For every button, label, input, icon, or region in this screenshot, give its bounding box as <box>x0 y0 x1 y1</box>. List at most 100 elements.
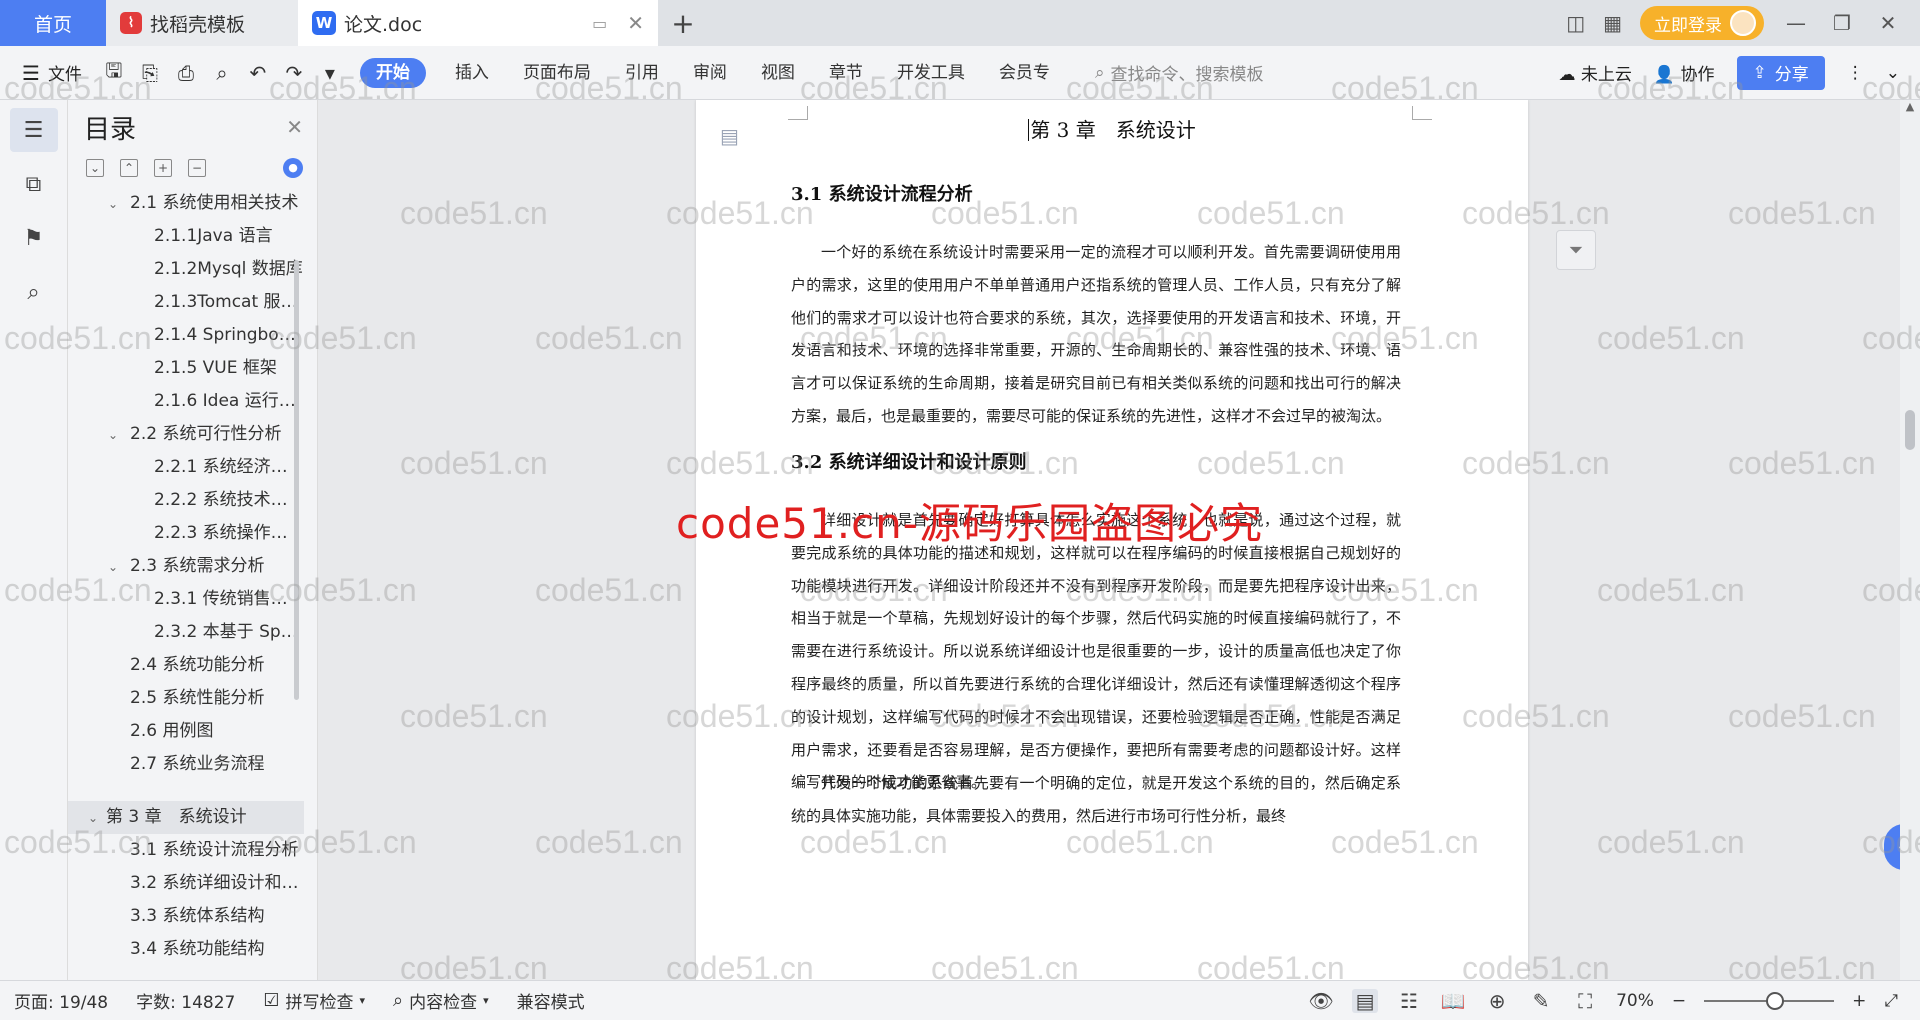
new-tab-button[interactable]: + <box>658 0 708 46</box>
collaborate-button[interactable]: 👤 协作 <box>1654 60 1715 85</box>
zoom-in-icon[interactable]: + <box>1852 991 1866 1011</box>
collapse-all-icon[interactable]: ⌃ <box>120 159 138 177</box>
collapse-ribbon-icon[interactable]: ⌄ <box>1886 63 1900 83</box>
login-button[interactable]: 立即登录 <box>1640 6 1764 40</box>
outline-item[interactable]: 2.7 系统业务流程 <box>68 748 304 781</box>
outline-item[interactable]: 3.4 系统功能结构 <box>68 933 304 966</box>
chapter-heading[interactable]: 第 3 章 系统设计 <box>696 114 1528 143</box>
outline-item[interactable]: 2.2.3 系统操作可行性 <box>68 517 304 550</box>
close-outline-icon[interactable]: ✕ <box>286 115 303 139</box>
scrollbar-thumb[interactable] <box>1905 410 1915 450</box>
fit-page-icon[interactable]: ⛶ <box>1572 989 1598 1013</box>
expand-caret-icon[interactable]: ⌄ <box>108 551 126 583</box>
outline-item[interactable]: 2.1.5 VUE 框架 <box>68 352 304 385</box>
filter-icon[interactable]: ⏷ <box>1556 230 1596 270</box>
tab-home[interactable]: 首页 <box>0 0 106 46</box>
outline-scrollbar[interactable] <box>294 260 299 700</box>
minimize-icon[interactable]: — <box>1782 11 1810 35</box>
zoom-slider-knob[interactable] <box>1766 991 1785 1010</box>
save-icon[interactable]: 🖫 <box>96 56 132 90</box>
outline-item[interactable]: 2.4 系统功能分析 <box>68 649 304 682</box>
content-check-button[interactable]: ⌕ 内容检查 ▾ <box>379 988 503 1013</box>
zoom-out-icon[interactable]: − <box>1672 991 1686 1011</box>
outline-item[interactable]: 2.1.2Mysql 数据库 <box>68 253 304 286</box>
section-heading-3-2[interactable]: 3.2 系统详细设计和设计原则 <box>791 448 1027 474</box>
outline-item[interactable]: 2.1.6 Idea 运行环境 <box>68 385 304 418</box>
more-icon[interactable]: ⋮ <box>1847 63 1864 83</box>
paragraph[interactable]: 开发一个成功的系统首先要有一个明确的定位，就是开发这个系统的目的，然后确定系统的… <box>791 767 1401 833</box>
tab-references[interactable]: 引用 <box>608 58 676 88</box>
outline-item[interactable]: 2.5 系统性能分析 <box>68 682 304 715</box>
section-heading-3-1[interactable]: 3.1 系统设计流程分析 <box>791 180 973 206</box>
outline-item[interactable]: ⌄ 2.3 系统需求分析 <box>68 550 304 583</box>
tab-page-layout[interactable]: 页面布局 <box>506 58 608 88</box>
outline-item-label: 2.2.1 系统经济可行性 <box>154 457 304 477</box>
screen-icon[interactable]: ▭ <box>592 14 607 33</box>
outline-item[interactable]: 2.2.2 系统技术可行性 <box>68 484 304 517</box>
expand-all-icon[interactable]: ⌄ <box>86 159 104 177</box>
tab-review[interactable]: 审阅 <box>676 58 744 88</box>
print-preview-icon[interactable]: ⌕ <box>204 61 240 85</box>
find-icon[interactable]: ⌕ <box>10 270 58 314</box>
page-count[interactable]: 页面: 19/48 <box>0 988 122 1013</box>
tab-document[interactable]: W 论文.doc ▭ ✕ <box>298 0 658 46</box>
export-icon[interactable]: ⎘ <box>132 61 168 85</box>
file-menu[interactable]: ☰ 文件 <box>0 60 96 86</box>
print-icon[interactable]: ⎙ <box>168 61 204 85</box>
outline-view-icon[interactable]: ☰ <box>9 108 58 152</box>
web-view-icon[interactable]: ⊕ <box>1484 989 1510 1013</box>
reading-view-icon[interactable]: 📖 <box>1440 989 1466 1013</box>
zoom-level[interactable]: 70% <box>1616 991 1654 1011</box>
tab-section[interactable]: 章节 <box>812 58 880 88</box>
more-dropdown-icon[interactable]: ▾ <box>312 61 348 85</box>
add-heading-icon[interactable]: + <box>154 159 172 177</box>
tab-member[interactable]: 会员专 <box>982 58 1067 88</box>
outline-item[interactable]: 2.1.3Tomcat 服务器 <box>68 286 304 319</box>
scroll-top-icon[interactable]: ▲ <box>1900 100 1920 118</box>
undo-icon[interactable]: ↶ <box>240 61 276 85</box>
spell-check-button[interactable]: ☑ 拼写检查 ▾ <box>249 988 379 1013</box>
restore-icon[interactable]: ❐ <box>1828 11 1856 35</box>
outline-item[interactable]: 3.1 系统设计流程分析 <box>68 834 304 867</box>
outline-item[interactable]: 2.6 用例图 <box>68 715 304 748</box>
outline-view-icon[interactable]: ☷ <box>1396 989 1422 1013</box>
cloud-status[interactable]: ☁ 未上云 <box>1559 60 1632 85</box>
outline-item[interactable]: 2.1.1Java 语言 <box>68 220 304 253</box>
tab-daoke[interactable]: ⌇ 找稻壳模板 <box>106 0 298 46</box>
outline-item[interactable]: ⌄ 第 3 章 系统设计 <box>68 801 304 834</box>
layout-icon[interactable]: ◫ <box>1566 11 1585 35</box>
vertical-scrollbar[interactable]: ▲ <box>1900 100 1920 980</box>
bookmark-icon[interactable]: ⚑ <box>10 216 58 260</box>
apps-grid-icon[interactable]: ▦ <box>1603 11 1622 35</box>
close-window-icon[interactable]: ✕ <box>1874 11 1902 35</box>
share-button[interactable]: ⇪ 分享 <box>1736 55 1825 90</box>
command-search[interactable]: ⌕ 查找命令、搜索模板 <box>1095 60 1264 86</box>
outline-item[interactable]: 3.3 系统体系结构 <box>68 900 304 933</box>
expand-caret-icon[interactable]: ⌄ <box>108 188 126 220</box>
close-tab-icon[interactable]: ✕ <box>627 11 644 35</box>
word-count[interactable]: 字数: 14827 <box>122 988 249 1013</box>
tab-developer[interactable]: 开发工具 <box>880 58 982 88</box>
outline-item[interactable]: ⌄ 2.1 系统使用相关技术 <box>68 187 304 220</box>
smart-outline-icon[interactable]: ● <box>283 158 303 178</box>
expand-caret-icon[interactable]: ⌄ <box>108 419 126 451</box>
outline-item[interactable]: 2.2.1 系统经济可行性 <box>68 451 304 484</box>
tab-insert[interactable]: 插入 <box>438 58 506 88</box>
paragraph[interactable]: 一个好的系统在系统设计时需要采用一定的流程才可以顺利开发。首先需要调研使用用户的… <box>791 236 1401 433</box>
outline-item[interactable]: ⌄ 2.2 系统可行性分析 <box>68 418 304 451</box>
chapter-nav-icon[interactable]: ⧉ <box>10 162 58 206</box>
outline-item[interactable]: 3.2 系统详细设计和设计原则 <box>68 867 304 900</box>
remove-heading-icon[interactable]: − <box>188 159 206 177</box>
pen-icon[interactable]: ✎ <box>1528 989 1554 1013</box>
outline-item[interactable]: 2.1.4 Springboot 框架 <box>68 319 304 352</box>
tab-start[interactable]: 开始 <box>359 57 426 88</box>
eye-protect-icon[interactable]: 👁 <box>1308 989 1334 1013</box>
zoom-slider[interactable] <box>1704 991 1835 1010</box>
fullscreen-icon[interactable]: ⤢ <box>1884 991 1898 1011</box>
expand-caret-icon[interactable]: ⌄ <box>88 802 106 834</box>
outline-item[interactable]: 2.3.2 本基于 SpringBoot <box>68 616 304 649</box>
page-view-icon[interactable]: ▤ <box>1352 988 1379 1013</box>
tab-view[interactable]: 视图 <box>744 58 812 88</box>
outline-item[interactable]: 2.3.1 传统销售模式 <box>68 583 304 616</box>
redo-icon[interactable]: ↷ <box>276 61 312 85</box>
